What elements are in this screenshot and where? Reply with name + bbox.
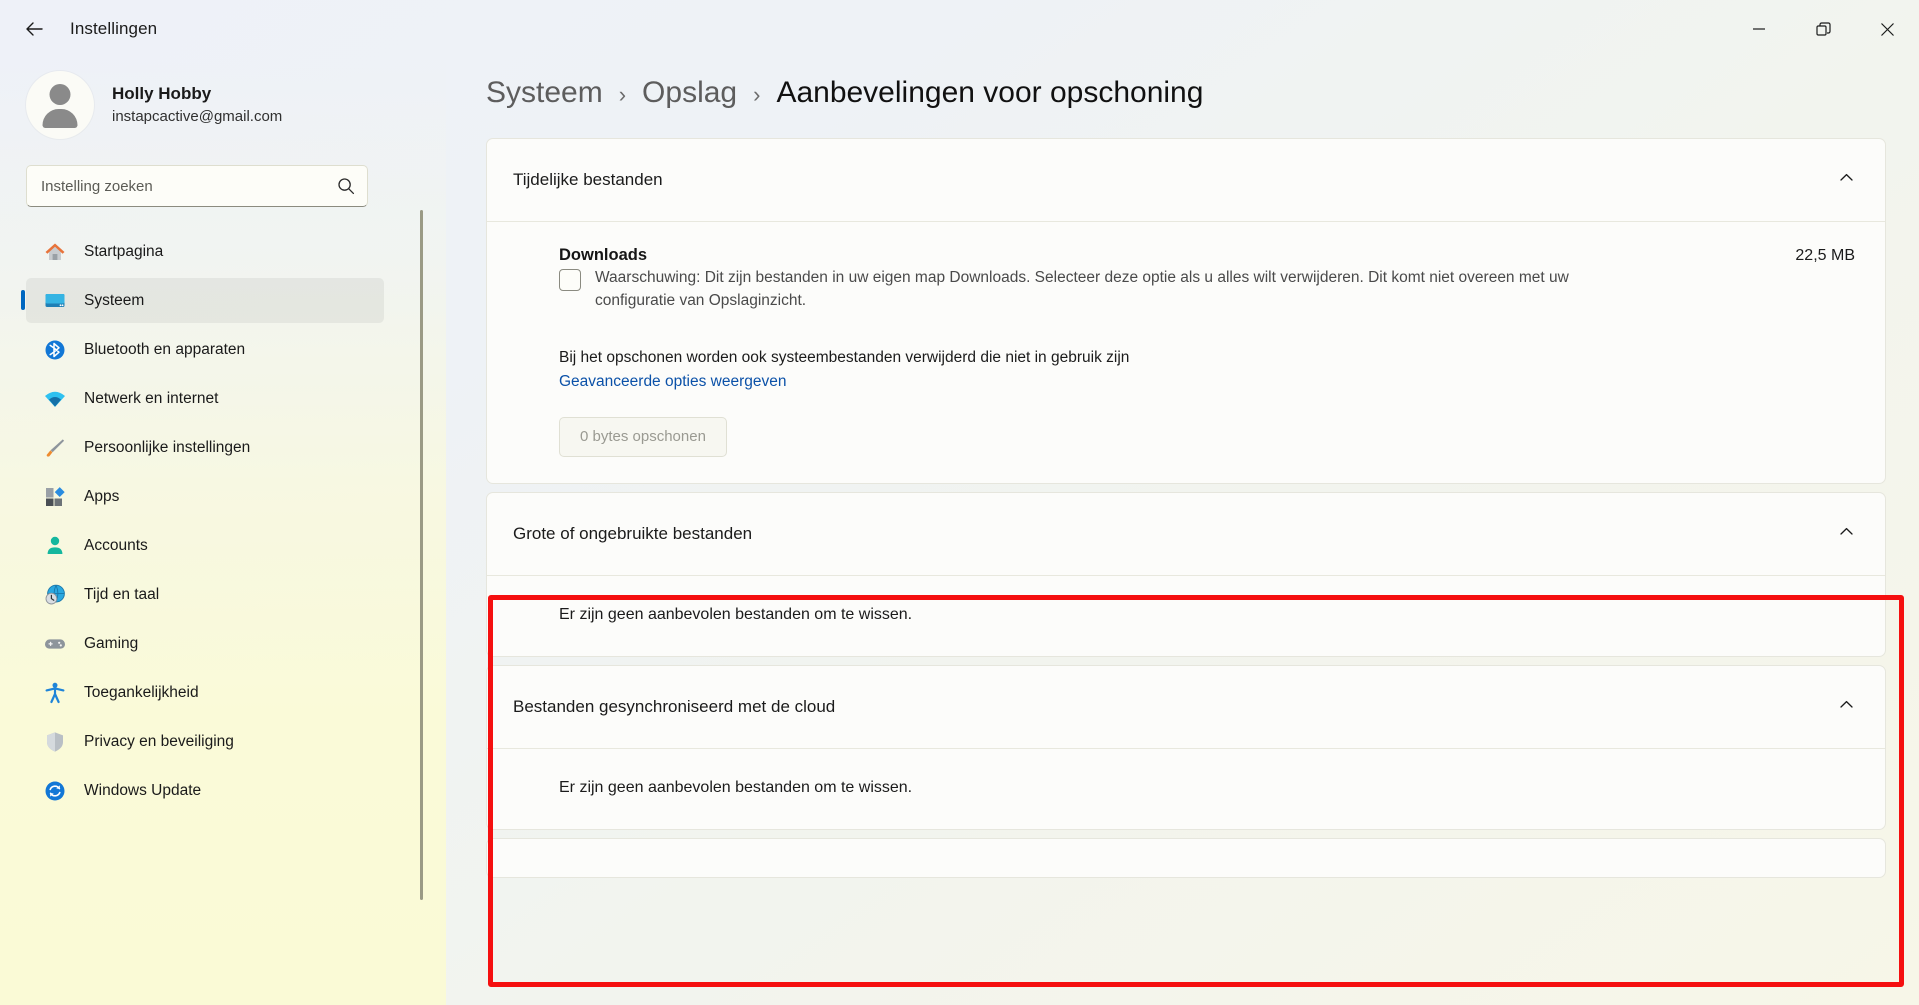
cloud-files-empty-message: Er zijn geen aanbevolen bestanden om te … (559, 778, 913, 796)
page-title: Aanbevelingen voor opschoning (776, 76, 1204, 109)
profile-name: Holly Hobby (112, 84, 212, 104)
chevron-up-icon[interactable] (1838, 169, 1855, 191)
sidebar-item-label: Netwerk en internet (84, 389, 219, 407)
card-header-tijdelijke-bestanden[interactable]: Tijdelijke bestanden (487, 139, 1885, 221)
sidebar-item-label: Toegankelijkheid (84, 683, 199, 701)
sidebar-item-tijd-en-taal[interactable]: Tijd en taal (26, 572, 384, 617)
breadcrumb-systeem[interactable]: Systeem (486, 76, 603, 110)
sidebar-nav: Startpagina Systeem Bluetooth en apparat… (21, 229, 446, 813)
downloads-row: Downloads Waarschuwing: Dit zijn bestand… (559, 246, 1855, 313)
account-icon (42, 533, 68, 559)
system-icon (42, 288, 68, 314)
sidebar-item-netwerk[interactable]: Netwerk en internet (26, 376, 384, 421)
recommendation-cards: Tijdelijke bestanden Downloads Waarschuw… (486, 138, 1886, 878)
sidebar-item-toegankelijkheid[interactable]: Toegankelijkheid (26, 670, 384, 715)
card-header-grote-ongebruikte-bestanden[interactable]: Grote of ongebruikte bestanden (487, 493, 1885, 575)
profile-email: instapcactive@gmail.com (112, 107, 283, 125)
close-button[interactable] (1855, 0, 1919, 58)
card-header-bestanden-cloud[interactable]: Bestanden gesynchroniseerd met de cloud (487, 666, 1885, 748)
sidebar-item-label: Tijd en taal (84, 585, 160, 603)
card-title: Tijdelijke bestanden (513, 170, 663, 189)
card-bestanden-cloud: Bestanden gesynchroniseerd met de cloud … (486, 664, 1886, 830)
sidebar-item-bluetooth[interactable]: Bluetooth en apparaten (26, 327, 384, 372)
sidebar-item-label: Gaming (84, 634, 139, 652)
maximize-button[interactable] (1791, 0, 1855, 58)
sidebar: Holly Hobby instapcactive@gmail.com Inst… (0, 58, 446, 1005)
card-grote-ongebruikte-bestanden: Grote of ongebruikte bestanden Er zijn g… (486, 491, 1886, 657)
downloads-warning: Waarschuwing: Dit zijn bestanden in uw e… (595, 269, 1569, 309)
app-title: Instellingen (70, 19, 158, 38)
card-tijdelijke-bestanden: Tijdelijke bestanden Downloads Waarschuw… (486, 138, 1886, 484)
back-arrow-icon (26, 22, 43, 36)
sidebar-item-systeem[interactable]: Systeem (21, 278, 384, 323)
card-title: Grote of ongebruikte bestanden (513, 523, 753, 543)
update-icon (42, 778, 68, 804)
system-files-note: Bij het opschonen worden ook systeembest… (559, 348, 1130, 366)
brush-icon (42, 435, 68, 461)
avatar-head (49, 84, 71, 105)
settings-window: Instellingen Holly Hobby instapcactive@g… (0, 0, 1919, 1005)
sidebar-item-label: Privacy en beveiliging (84, 732, 234, 750)
chevron-right-icon: › (618, 82, 627, 107)
wifi-icon (42, 386, 68, 412)
minimize-icon (1753, 28, 1765, 30)
sidebar-item-accounts[interactable]: Accounts (26, 523, 384, 568)
content-area: Systeem › Opslag › Aanbevelingen voor op… (446, 58, 1919, 1005)
sidebar-item-label: Startpagina (84, 242, 164, 260)
time-language-icon (42, 582, 68, 608)
shield-icon (42, 729, 68, 755)
window-controls (1727, 0, 1919, 58)
sidebar-item-label: Bluetooth en apparaten (84, 340, 246, 358)
sidebar-item-label: Apps (84, 487, 120, 505)
large-files-empty-message: Er zijn geen aanbevolen bestanden om te … (559, 605, 913, 623)
chevron-right-icon: › (753, 82, 761, 107)
sidebar-item-gaming[interactable]: Gaming (26, 621, 384, 666)
avatar-body (42, 109, 78, 128)
downloads-main: Downloads Waarschuwing: Dit zijn bestand… (559, 246, 1775, 313)
sidebar-item-label: Systeem (84, 291, 145, 309)
card-title: Bestanden gesynchroniseerd met de cloud (513, 696, 836, 716)
bluetooth-icon (42, 337, 68, 363)
back-button[interactable] (12, 7, 56, 51)
chevron-up-icon[interactable] (1838, 696, 1855, 718)
downloads-size: 22,5 MB (1795, 247, 1855, 264)
close-icon (1880, 22, 1894, 36)
minimize-button[interactable] (1727, 0, 1791, 58)
clean-button[interactable]: 0 bytes opschonen (559, 416, 727, 457)
search-input[interactable] (41, 177, 337, 195)
avatar (26, 71, 94, 139)
search-box[interactable] (26, 165, 368, 207)
sidebar-item-windows-update[interactable]: Windows Update (26, 768, 384, 813)
restore-icon (1815, 21, 1831, 36)
sidebar-item-apps[interactable]: Apps (26, 474, 384, 519)
advanced-options-link[interactable]: Geavanceerde opties weergeven (559, 373, 786, 391)
downloads-checkbox[interactable] (559, 269, 581, 291)
sidebar-scrollbar[interactable] (420, 210, 423, 900)
sidebar-item-label: Windows Update (84, 781, 202, 799)
gamepad-icon (42, 631, 68, 657)
sidebar-item-startpagina[interactable]: Startpagina (26, 229, 384, 274)
user-profile[interactable]: Holly Hobby instapcactive@gmail.com (26, 71, 446, 139)
title-bar: Instellingen (0, 0, 1919, 58)
apps-icon (42, 484, 68, 510)
search-icon (338, 178, 355, 195)
profile-text: Holly Hobby instapcactive@gmail.com (112, 83, 282, 127)
chevron-up-icon[interactable] (1838, 523, 1855, 545)
sidebar-item-label: Accounts (84, 536, 148, 554)
card-next-partial (486, 837, 1886, 878)
home-icon (42, 239, 68, 265)
breadcrumb: Systeem › Opslag › Aanbevelingen voor op… (446, 58, 1919, 110)
downloads-title: Downloads (559, 246, 648, 264)
accessibility-icon (42, 680, 68, 706)
sidebar-item-label: Persoonlijke instellingen (84, 438, 251, 456)
sidebar-item-privacy[interactable]: Privacy en beveiliging (26, 719, 384, 764)
card-body-tijdelijke-bestanden: Downloads Waarschuwing: Dit zijn bestand… (487, 222, 1885, 483)
downloads-checkbox-row: Waarschuwing: Dit zijn bestanden in uw e… (559, 267, 1775, 313)
breadcrumb-opslag[interactable]: Opslag (642, 76, 737, 110)
sidebar-item-persoonlijke-instellingen[interactable]: Persoonlijke instellingen (26, 425, 384, 470)
